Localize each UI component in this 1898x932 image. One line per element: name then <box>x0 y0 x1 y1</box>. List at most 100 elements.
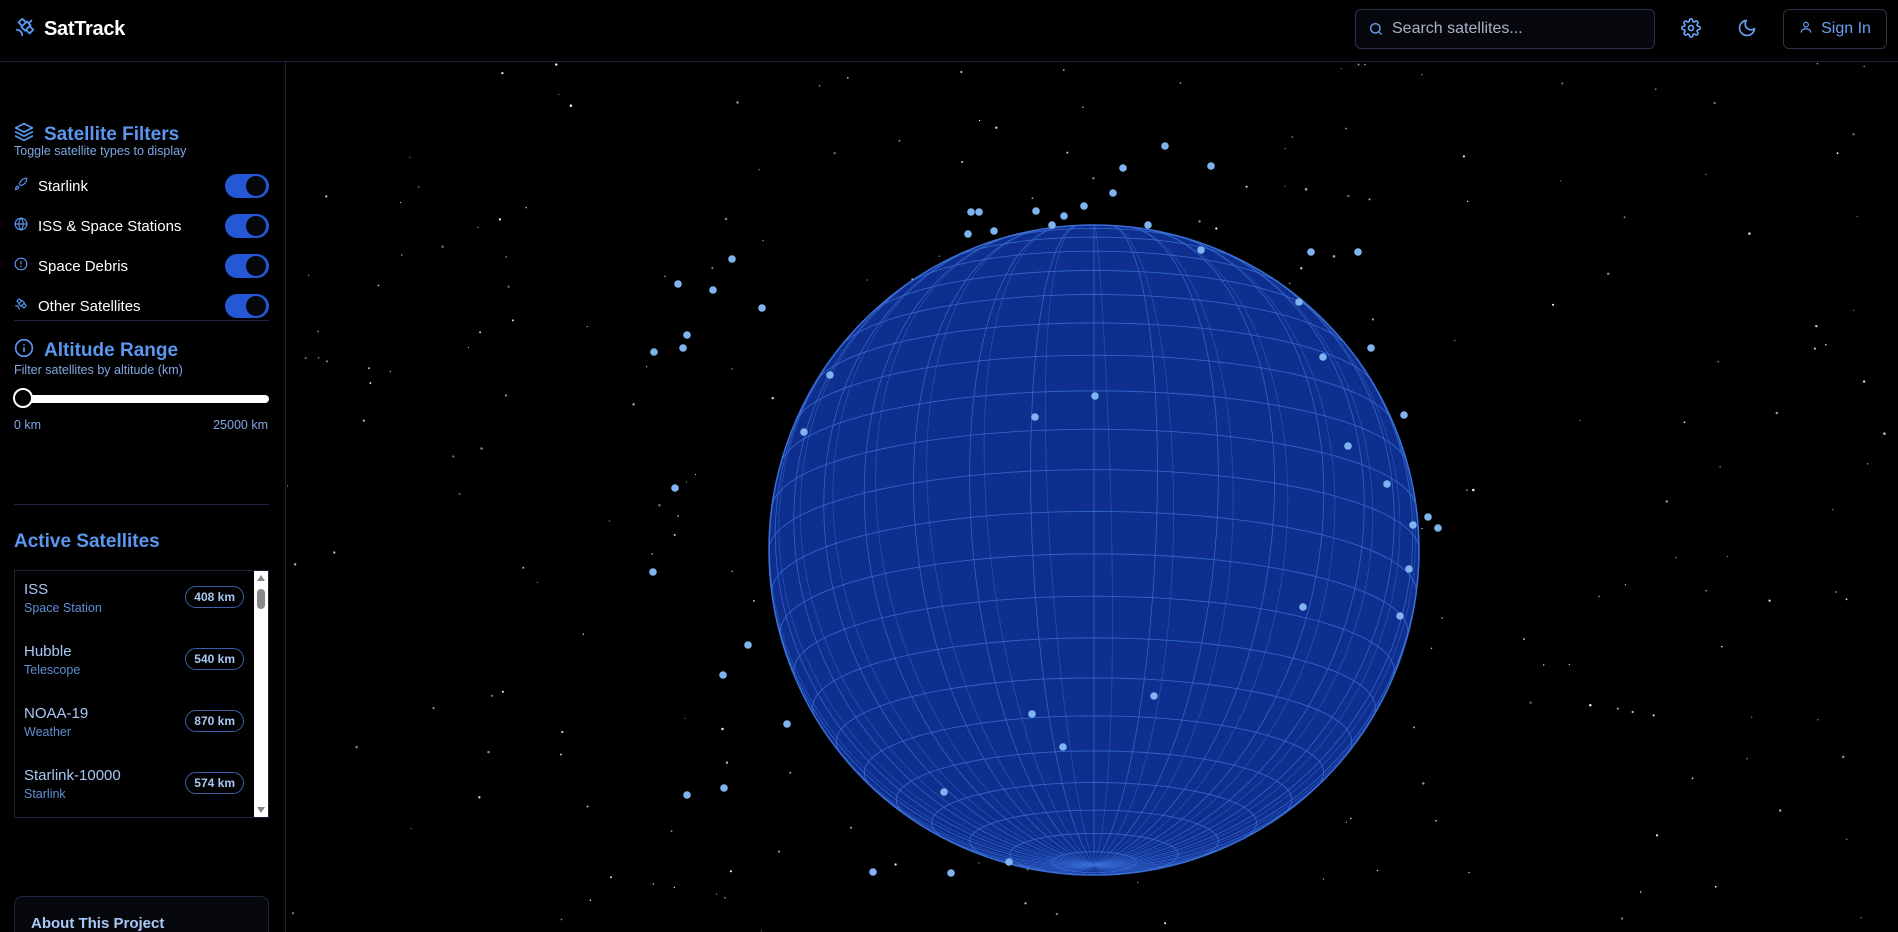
star <box>1655 834 1659 837</box>
list-item[interactable]: Hubble Telescope 540 km <box>24 633 244 689</box>
star <box>664 275 666 278</box>
satellite-dot <box>1028 710 1036 718</box>
star <box>1468 871 1470 874</box>
star <box>1852 133 1855 136</box>
star <box>1529 701 1532 704</box>
star <box>847 77 849 79</box>
star <box>1421 74 1423 76</box>
satellite-dot <box>1207 162 1215 170</box>
star <box>1746 758 1748 760</box>
satellite-type: Telescope <box>24 663 81 677</box>
star <box>522 566 525 569</box>
satellite-dot <box>650 348 658 356</box>
filter-row-debris[interactable]: Space Debris <box>14 252 269 280</box>
star <box>1454 339 1456 342</box>
iss-toggle[interactable] <box>225 214 269 238</box>
star <box>673 533 676 536</box>
star <box>1719 465 1722 468</box>
star <box>711 266 714 270</box>
star <box>670 830 673 833</box>
star <box>1441 617 1443 619</box>
satellite-dot <box>1091 392 1099 400</box>
satellite-name: Starlink-10000 <box>24 767 121 784</box>
satellite-dot <box>990 227 998 235</box>
debris-toggle[interactable] <box>225 254 269 278</box>
star <box>369 382 372 384</box>
star <box>608 520 611 522</box>
altitude-slider-track[interactable] <box>14 395 269 403</box>
star <box>1721 645 1723 648</box>
satellite-dot <box>1119 164 1127 172</box>
star <box>730 367 733 370</box>
filter-row-iss[interactable]: ISS & Space Stations <box>14 212 269 240</box>
filter-row-starlink[interactable]: Starlink <box>14 172 269 200</box>
star <box>316 330 320 333</box>
list-item[interactable]: NOAA-19 Weather 870 km <box>24 695 244 751</box>
scroll-down-arrow-icon[interactable] <box>257 807 265 813</box>
filter-row-other[interactable]: Other Satellites <box>14 292 269 320</box>
satellite-dot <box>1032 207 1040 215</box>
star <box>724 217 728 221</box>
star <box>1284 185 1286 187</box>
star <box>1350 817 1352 820</box>
divider <box>14 320 269 321</box>
star <box>938 255 941 258</box>
search-input[interactable] <box>1392 10 1647 48</box>
star <box>441 245 444 248</box>
satellite-dot <box>1409 521 1417 529</box>
satellite-dot <box>1405 565 1413 573</box>
earth-globe[interactable] <box>768 224 1420 876</box>
star <box>399 201 402 204</box>
info-icon <box>14 338 34 364</box>
list-scrollbar[interactable] <box>254 571 268 817</box>
list-item[interactable]: Starlink-10000 Starlink 574 km <box>24 757 244 813</box>
star <box>304 356 307 360</box>
star <box>501 71 504 75</box>
altitude-badge: 408 km <box>185 586 244 608</box>
star <box>777 850 781 853</box>
search-box[interactable] <box>1355 9 1655 49</box>
star <box>894 863 897 866</box>
brand[interactable]: SatTrack <box>14 16 125 43</box>
star <box>1620 917 1624 920</box>
star <box>1606 272 1610 275</box>
theme-toggle-button[interactable] <box>1732 15 1762 45</box>
star <box>1624 584 1627 586</box>
star <box>1179 82 1182 84</box>
globe-viewport[interactable] <box>287 62 1898 932</box>
satellite-dot <box>783 720 791 728</box>
star <box>1031 197 1034 200</box>
satellite-dot <box>674 280 682 288</box>
star <box>1332 255 1336 258</box>
satellite-type: Weather <box>24 725 72 739</box>
star <box>1472 488 1475 492</box>
scroll-thumb[interactable] <box>257 589 265 609</box>
sidebar: Satellite Filters Toggle satellite types… <box>0 62 286 932</box>
star <box>1435 819 1437 822</box>
star <box>1164 922 1167 925</box>
star <box>1813 347 1816 350</box>
star <box>1713 101 1716 105</box>
star <box>287 484 289 487</box>
star <box>1856 215 1858 218</box>
altitude-slider-handle[interactable] <box>13 388 33 408</box>
star <box>1340 68 1342 70</box>
filter-label: ISS & Space Stations <box>38 217 182 235</box>
globe-scene[interactable] <box>287 62 1898 932</box>
star <box>716 893 718 895</box>
settings-button[interactable] <box>1676 15 1706 45</box>
star <box>325 360 328 363</box>
sign-in-button[interactable]: Sign In <box>1783 9 1887 49</box>
satellite-dot <box>720 784 728 792</box>
list-item[interactable]: ISS Space Station 408 km <box>24 571 244 627</box>
filter-label: Starlink <box>38 177 89 195</box>
star <box>1422 782 1425 785</box>
scroll-up-arrow-icon[interactable] <box>257 575 265 581</box>
about-card[interactable]: About This Project <box>14 896 269 932</box>
star <box>995 126 998 129</box>
star <box>410 827 412 830</box>
satellite-dot <box>1109 189 1117 197</box>
star <box>569 104 573 107</box>
starlink-toggle[interactable] <box>225 174 269 198</box>
other-toggle[interactable] <box>225 294 269 318</box>
